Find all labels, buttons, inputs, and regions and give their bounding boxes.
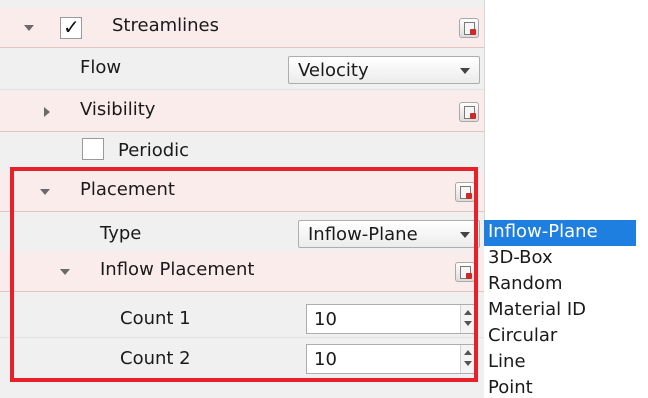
type-row: Type Inflow-Plane — [0, 214, 484, 254]
spinner-arrows-icon[interactable] — [460, 345, 475, 373]
reset-parameter-icon[interactable] — [455, 262, 475, 282]
count2-row: Count 2 10 — [0, 338, 484, 378]
count2-spinbox[interactable]: 10 — [306, 344, 476, 374]
placement-row: Placement — [0, 172, 484, 212]
properties-panel: ✓ Streamlines Flow Velocity Visibility P… — [0, 0, 485, 398]
count2-label: Count 2 — [120, 348, 191, 369]
flow-label: Flow — [80, 57, 122, 78]
count1-row: Count 1 10 — [0, 298, 484, 338]
collapse-triangle-icon[interactable] — [60, 269, 70, 275]
visibility-label: Visibility — [80, 99, 156, 120]
periodic-checkbox[interactable] — [82, 138, 104, 160]
chevron-down-icon — [460, 68, 470, 74]
dropdown-option-random[interactable]: Random — [484, 272, 636, 298]
periodic-row: Periodic — [0, 134, 484, 174]
count2-value: 10 — [314, 349, 337, 370]
count1-value: 10 — [314, 309, 337, 330]
reset-parameter-icon[interactable] — [455, 182, 475, 202]
flow-row: Flow Velocity — [0, 50, 484, 90]
count1-spinbox[interactable]: 10 — [306, 304, 476, 334]
dropdown-option-circular[interactable]: Circular — [484, 324, 636, 350]
type-combobox[interactable]: Inflow-Plane — [298, 220, 480, 248]
collapse-triangle-icon[interactable] — [24, 25, 34, 31]
inflow-placement-row: Inflow Placement — [0, 252, 484, 292]
expand-triangle-icon[interactable] — [44, 107, 50, 117]
reset-parameter-icon[interactable] — [459, 102, 479, 122]
type-dropdown-list: Inflow-Plane 3D-Box Random Material ID C… — [484, 220, 648, 398]
reset-parameter-icon[interactable] — [459, 18, 479, 38]
visibility-row: Visibility — [0, 92, 484, 132]
placement-label: Placement — [80, 179, 175, 200]
streamlines-row: ✓ Streamlines — [0, 8, 484, 48]
dropdown-option-point[interactable]: Point — [484, 376, 636, 398]
inflow-placement-label: Inflow Placement — [100, 259, 255, 280]
flow-value: Velocity — [298, 60, 369, 81]
count1-label: Count 1 — [120, 308, 191, 329]
collapse-triangle-icon[interactable] — [40, 189, 50, 195]
streamlines-label: Streamlines — [112, 15, 219, 36]
periodic-label: Periodic — [118, 140, 190, 161]
chevron-down-icon — [460, 232, 470, 238]
checkmark-icon: ✓ — [63, 15, 80, 39]
dropdown-option-inflow-plane[interactable]: Inflow-Plane — [484, 220, 636, 246]
type-label: Type — [100, 223, 142, 244]
dropdown-option-material-id[interactable]: Material ID — [484, 298, 636, 324]
flow-combobox[interactable]: Velocity — [288, 56, 480, 84]
spinner-arrows-icon[interactable] — [460, 305, 475, 333]
type-value: Inflow-Plane — [308, 224, 418, 245]
dropdown-option-3d-box[interactable]: 3D-Box — [484, 246, 636, 272]
dropdown-option-line[interactable]: Line — [484, 350, 636, 376]
streamlines-checkbox[interactable]: ✓ — [60, 15, 82, 39]
